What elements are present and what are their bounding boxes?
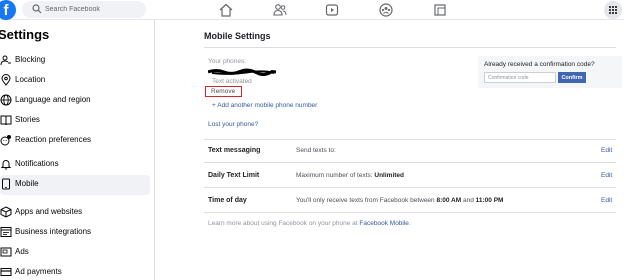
bell-icon xyxy=(0,160,12,170)
top-navigation-bar: f xyxy=(0,0,624,20)
phone-icon xyxy=(2,178,10,190)
location-pin-icon xyxy=(1,74,11,86)
text-messaging-label: Text messaging xyxy=(208,147,261,154)
sidebar-title: Settings xyxy=(0,27,50,42)
confirmation-code-box: Already received a confirmation code? Co… xyxy=(478,56,622,88)
edit-time-of-day-link[interactable]: Edit xyxy=(601,197,612,204)
home-icon[interactable] xyxy=(218,2,234,18)
friends-icon[interactable] xyxy=(272,2,288,18)
desc-text: You'll only receive texts from Facebook … xyxy=(296,197,437,204)
footer-text: Learn more about using Facebook on your … xyxy=(208,220,360,227)
groups-icon[interactable] xyxy=(378,2,394,18)
desc-text: Maximum number of texts: xyxy=(296,172,375,179)
sidebar-item-label: Ad payments xyxy=(15,267,62,276)
text-activated-label: Text activated xyxy=(212,78,252,85)
text-messaging-desc: Send texts to: xyxy=(296,147,336,154)
confirmation-question: Already received a confirmation code? xyxy=(484,61,595,68)
divider xyxy=(204,187,616,188)
page-title: Mobile Settings xyxy=(204,31,271,41)
business-icon xyxy=(0,227,12,237)
sidebar-item-label: Location xyxy=(15,75,46,84)
reaction-icon xyxy=(0,135,11,146)
divider xyxy=(204,47,616,48)
confirm-button[interactable]: Confirm xyxy=(558,72,586,83)
cube-icon xyxy=(0,206,12,218)
desc-start-time: 8:00 AM xyxy=(436,197,462,204)
sidebar-item-language[interactable]: Language and region xyxy=(0,91,150,111)
confirmation-code-input[interactable] xyxy=(484,72,556,83)
sidebar-item-label: Business integrations xyxy=(15,227,92,236)
footer-note: Learn more about using Facebook on your … xyxy=(208,220,411,227)
divider xyxy=(204,139,616,140)
sidebar-item-label: Reaction preferences xyxy=(15,135,92,144)
gaming-icon[interactable] xyxy=(432,2,448,18)
footer-period: . xyxy=(408,220,411,227)
search-input[interactable] xyxy=(45,2,141,17)
sidebar-item-stories[interactable]: Stories xyxy=(0,111,150,131)
ads-icon xyxy=(0,247,12,257)
sidebar-item-mobile[interactable]: Mobile xyxy=(0,175,150,195)
mobile-settings-panel: Mobile Settings Your phones: Text activa… xyxy=(156,20,624,280)
sidebar-item-business-integrations[interactable]: Business integrations xyxy=(0,223,150,243)
facebook-logo[interactable]: f xyxy=(0,0,16,20)
divider xyxy=(204,162,616,163)
sidebar-item-location[interactable]: Location xyxy=(0,71,150,91)
daily-text-limit-label: Daily Text Limit xyxy=(208,172,260,179)
sidebar-item-label: Apps and websites xyxy=(15,207,83,216)
edit-text-messaging-link[interactable]: Edit xyxy=(601,147,612,154)
sidebar-item-label: Language and region xyxy=(15,95,91,104)
sidebar-item-label: Notifications xyxy=(15,159,59,168)
sidebar-item-blocking[interactable]: Blocking xyxy=(0,51,150,71)
sidebar-item-label: Mobile xyxy=(15,179,39,188)
time-of-day-desc: You'll only receive texts from Facebook … xyxy=(296,197,503,204)
sidebar-item-reaction-preferences[interactable]: Reaction preferences xyxy=(0,131,150,151)
daily-text-limit-desc: Maximum number of texts: Unlimited xyxy=(296,172,404,179)
sidebar-item-label: Ads xyxy=(15,247,29,256)
settings-sidebar: Settings Blocking Location Language and … xyxy=(0,20,155,280)
desc-end-time: 11:00 PM xyxy=(475,197,504,204)
sidebar-item-ad-payments[interactable]: Ad payments xyxy=(0,263,150,280)
divider xyxy=(204,212,616,213)
globe-icon xyxy=(0,94,12,106)
book-icon xyxy=(0,115,12,126)
lost-phone-link[interactable]: Lost your phone? xyxy=(208,121,258,128)
desc-value: Unlimited xyxy=(374,172,405,179)
remove-phone-link[interactable]: Remove xyxy=(205,86,242,97)
search-icon xyxy=(32,4,42,14)
add-phone-link[interactable]: + Add another mobile phone number xyxy=(212,102,317,109)
remove-label: Remove xyxy=(211,88,236,95)
desc-text: and xyxy=(461,197,476,204)
sidebar-item-notifications[interactable]: Notifications xyxy=(0,155,150,175)
facebook-mobile-link[interactable]: Facebook Mobile xyxy=(359,220,409,227)
sidebar-item-label: Stories xyxy=(15,115,40,124)
sidebar-item-apps-and-websites[interactable]: Apps and websites xyxy=(0,203,150,223)
search-box[interactable] xyxy=(22,1,146,18)
edit-daily-text-limit-link[interactable]: Edit xyxy=(601,172,612,179)
menu-grid-icon xyxy=(609,6,617,14)
redacted-phone-number xyxy=(208,68,277,76)
sidebar-item-ads[interactable]: Ads xyxy=(0,243,150,263)
card-icon xyxy=(0,268,12,276)
blocking-icon xyxy=(0,55,11,66)
time-of-day-label: Time of day xyxy=(208,197,247,204)
sidebar-item-label: Blocking xyxy=(15,55,46,64)
your-phones-label: Your phones: xyxy=(208,58,247,65)
watch-icon[interactable] xyxy=(324,2,340,18)
menu-button[interactable] xyxy=(604,1,622,19)
